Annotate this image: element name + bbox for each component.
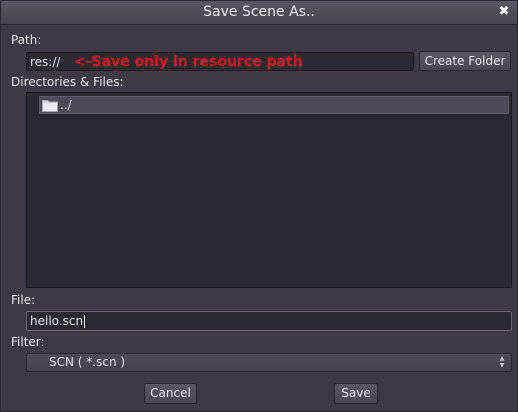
path-hint-text: <-Save only in resource path — [74, 54, 303, 70]
folder-icon — [42, 100, 58, 112]
save-button[interactable]: Save — [334, 383, 378, 404]
directories-label: Directories & Files: — [11, 75, 124, 89]
close-icon[interactable]: ✖ — [497, 5, 511, 19]
filter-label: Filter: — [11, 335, 45, 349]
title-bar[interactable]: Save Scene As.. ✖ — [1, 1, 517, 25]
file-name-value: hello.scn — [30, 314, 84, 328]
text-caret — [84, 315, 86, 328]
cancel-button[interactable]: Cancel — [144, 383, 197, 404]
list-item-parent-dir[interactable]: ../ — [39, 96, 509, 114]
list-item-label: ../ — [60, 98, 72, 112]
file-label: File: — [11, 293, 36, 307]
path-label: Path: — [11, 33, 42, 47]
create-folder-button[interactable]: Create Folder — [419, 51, 511, 71]
dialog-title: Save Scene As.. — [203, 4, 315, 20]
save-scene-dialog: Save Scene As.. ✖ Path: <-Save only in r… — [0, 0, 518, 412]
file-name-input[interactable]: hello.scn — [26, 311, 512, 331]
up-down-arrows-icon: ▲ ▼ — [499, 355, 505, 369]
filter-selected-value: SCN ( *.scn ) — [49, 355, 126, 369]
directories-files-list[interactable]: ../ — [26, 92, 512, 288]
filter-select[interactable]: SCN ( *.scn ) ▲ ▼ — [26, 353, 512, 372]
